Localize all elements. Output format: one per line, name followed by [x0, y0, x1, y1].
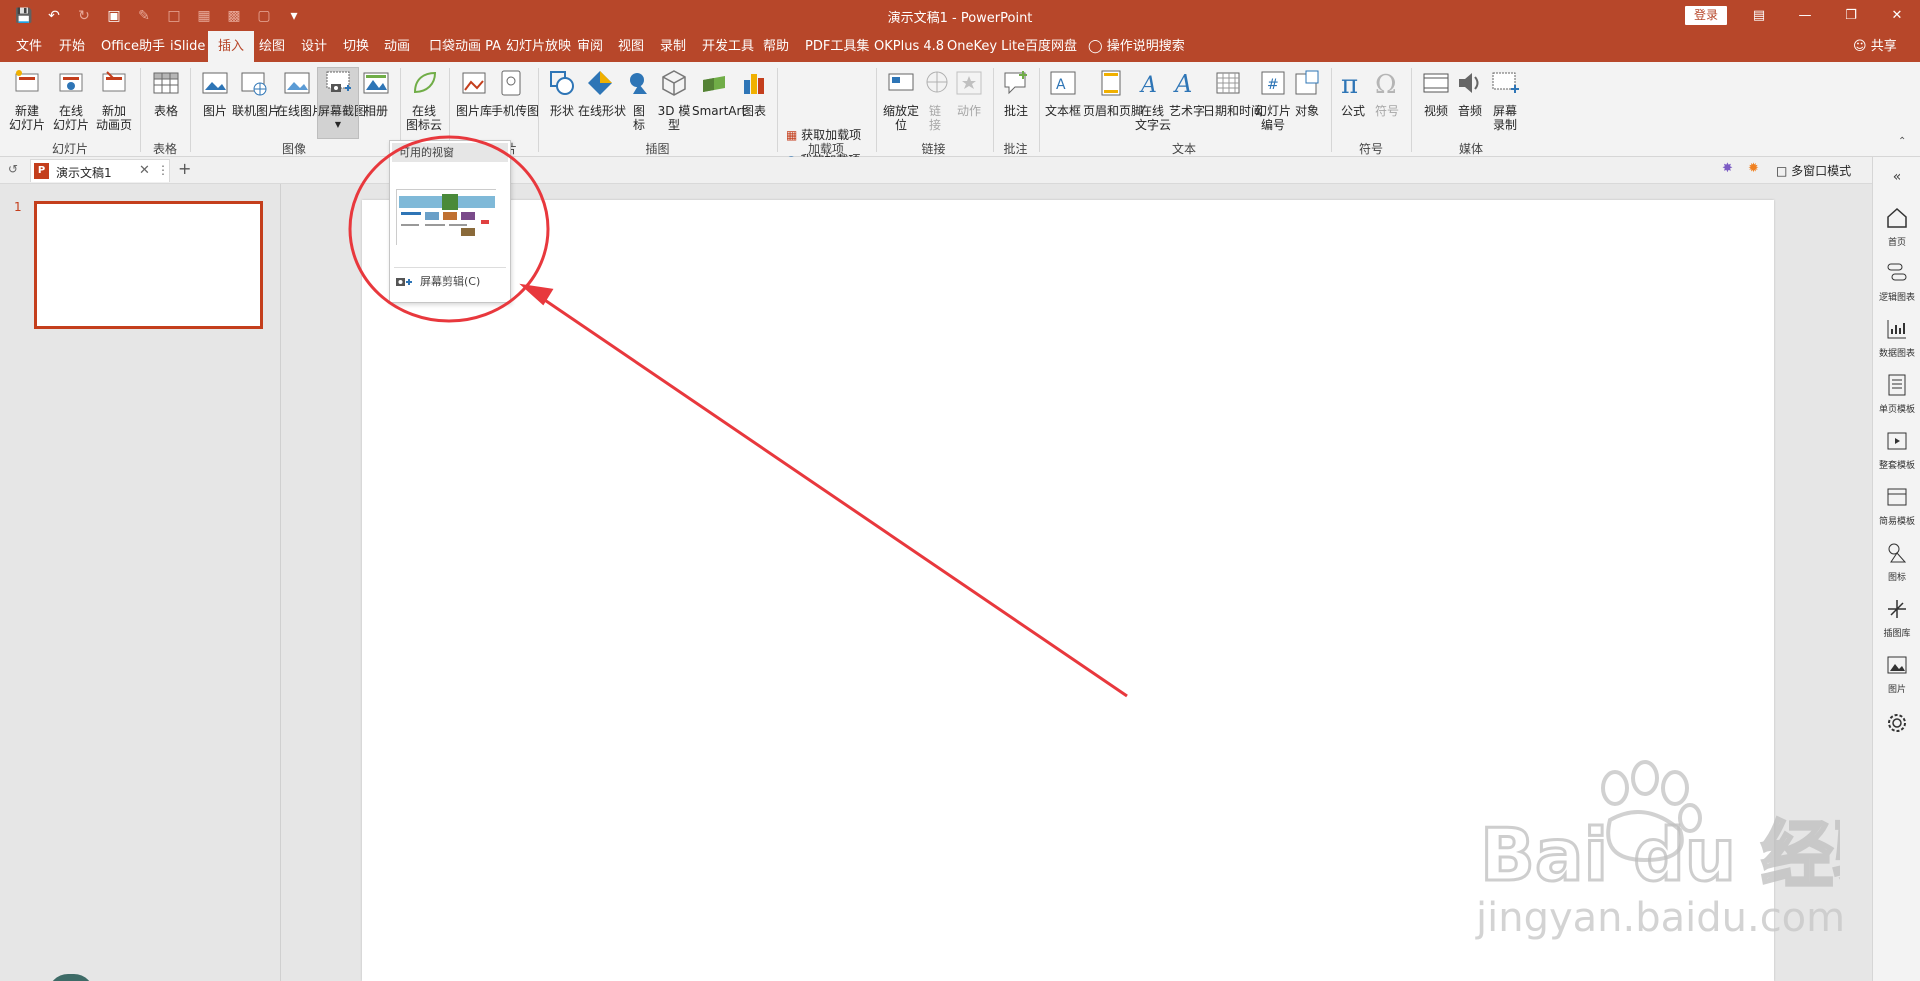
annotation-circle [348, 135, 550, 323]
powerpoint-window: 💾 ↶ ↻ ▣ ✎ □ ▦ ▩ ▢ ▾ 演示文稿1 - PowerPoint 登… [0, 0, 1920, 981]
annotation-overlay [348, 135, 1128, 698]
annotation-arrow-line [529, 288, 1128, 698]
